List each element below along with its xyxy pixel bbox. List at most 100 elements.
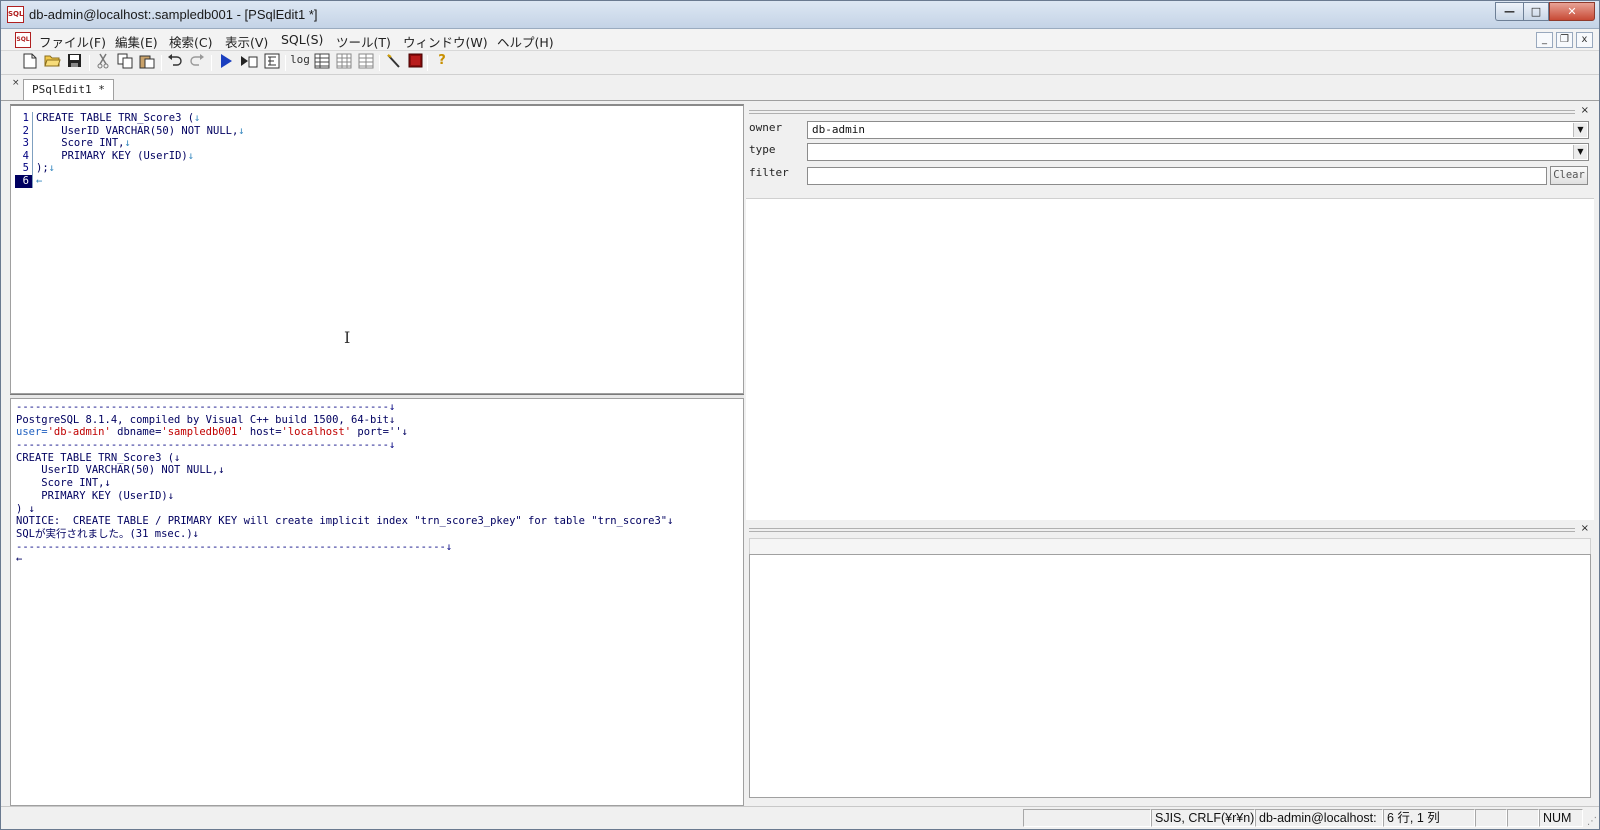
- stop-icon[interactable]: [405, 53, 425, 73]
- eol-marker: ↓: [238, 124, 245, 137]
- pane-grip[interactable]: [749, 528, 1575, 532]
- log-notice-line: NOTICE: CREATE TABLE / PRIMARY KEY will …: [16, 515, 674, 528]
- menu-tools[interactable]: ツール(T): [336, 32, 391, 51]
- toolbar-separator: [211, 55, 212, 71]
- log-connection-line: user='db-admin' dbname='sampledb001' hos…: [16, 426, 673, 439]
- new-file-icon[interactable]: [20, 53, 40, 73]
- undo-icon[interactable]: [165, 53, 185, 73]
- conn-host-key: host=: [243, 426, 282, 439]
- close-tab-icon[interactable]: ×: [12, 78, 20, 88]
- toolbar-separator: [427, 55, 428, 71]
- type-label: type: [749, 143, 776, 156]
- menu-view[interactable]: 表示(V): [225, 32, 268, 51]
- mdi-minimize-button[interactable]: _: [1536, 32, 1553, 48]
- object-detail-pane: ×: [745, 522, 1595, 802]
- log-separator: ----------------------------------------…: [16, 439, 396, 452]
- pane-grip[interactable]: [749, 110, 1575, 114]
- menu-file[interactable]: ファイル(F): [39, 32, 106, 51]
- mdi-close-button[interactable]: x: [1576, 32, 1593, 48]
- chevron-down-icon[interactable]: ▼: [1573, 145, 1587, 159]
- eol-marker: ↓: [194, 112, 201, 124]
- redo-icon[interactable]: [187, 53, 207, 73]
- clear-filter-button[interactable]: Clear: [1550, 166, 1588, 185]
- toolbar-separator: [161, 55, 162, 71]
- grid-icon[interactable]: [312, 53, 332, 73]
- open-folder-icon[interactable]: [42, 53, 62, 73]
- filter-input[interactable]: [807, 167, 1547, 185]
- log-end-marker: ←: [16, 553, 23, 566]
- conn-db-value: 'sampledb001': [161, 426, 244, 439]
- code-line: 3 Score INT,↓: [15, 137, 245, 150]
- conn-db-key: dbname=: [110, 426, 162, 439]
- type-select[interactable]: ▼: [807, 143, 1589, 161]
- log-sql-line: Score INT,↓: [16, 477, 111, 490]
- detail-list[interactable]: [749, 554, 1591, 798]
- owner-select[interactable]: db-admin ▼: [807, 121, 1589, 139]
- toolbar-separator: [285, 55, 286, 71]
- eol-marker: ↓: [187, 149, 195, 162]
- mdi-restore-button[interactable]: ❐: [1556, 32, 1573, 48]
- status-connection: db-admin@localhost:: [1255, 809, 1383, 827]
- conn-port: port=''↓: [351, 426, 408, 439]
- tab-psqledit1[interactable]: PSqlEdit1 *: [23, 79, 114, 100]
- code-text: UserID VARCHAR(50) NOT NULL,: [36, 124, 239, 137]
- line-number: 4: [15, 149, 33, 163]
- help-icon[interactable]: ?: [432, 53, 452, 73]
- toolbar: log ?: [1, 51, 1599, 75]
- title-bar[interactable]: SQL db-admin@localhost:.sampledb001 - [P…: [1, 1, 1599, 29]
- menu-bar: SQL ファイル(F) 編集(E) 検索(C) 表示(V) SQL(S) ツール…: [1, 29, 1599, 51]
- line-number: 1: [15, 112, 33, 125]
- paste-icon[interactable]: [137, 53, 157, 73]
- log-result-line: SQLが実行されました。(31 msec.)↓: [16, 527, 200, 540]
- cut-icon[interactable]: [93, 53, 113, 73]
- log-sql-line: PRIMARY KEY (UserID)↓: [16, 489, 175, 502]
- line-number-current: 6: [15, 174, 33, 188]
- filter-label: filter: [749, 166, 789, 179]
- eof-marker: ←: [36, 174, 43, 187]
- close-window-button[interactable]: ✕: [1549, 2, 1595, 21]
- close-detail-pane-button[interactable]: ×: [1581, 523, 1589, 534]
- menu-edit[interactable]: 編集(E): [115, 32, 158, 51]
- status-cursor-position: 6 行, 1 列: [1383, 809, 1475, 827]
- status-bar: SJIS, CRLF(¥r¥n) db-admin@localhost: 6 行…: [1, 806, 1599, 829]
- wand-icon[interactable]: [383, 53, 403, 73]
- log-sql-line: ) ↓: [16, 502, 35, 515]
- log-lines: ----------------------------------------…: [16, 401, 673, 566]
- line-number: 5: [15, 162, 33, 175]
- resize-grip-icon[interactable]: ⋰: [1587, 816, 1597, 827]
- code-text: PRIMARY KEY (UserID): [36, 149, 188, 162]
- log-sql-line: CREATE TABLE TRN_Score3 (↓: [16, 451, 181, 464]
- chevron-down-icon[interactable]: ▼: [1573, 123, 1587, 137]
- grid3-icon[interactable]: [356, 53, 376, 73]
- run-icon[interactable]: [216, 53, 236, 73]
- run-step-icon[interactable]: [239, 53, 259, 73]
- code-text: );: [36, 162, 49, 175]
- copy-icon[interactable]: [115, 53, 135, 73]
- object-browser-pane: × owner db-admin ▼ type ▼ filter Clear: [745, 104, 1595, 522]
- menu-help[interactable]: ヘルプ(H): [497, 32, 554, 51]
- editor-code-lines: 1 CREATE TABLE TRN_Score3 (↓ 2 UserID VAR…: [15, 112, 245, 188]
- conn-user-value: 'db-admin': [47, 426, 111, 439]
- app-sql-icon[interactable]: SQL: [7, 6, 24, 23]
- conn-user-key: user=: [16, 426, 48, 439]
- status-encoding: SJIS, CRLF(¥r¥n): [1151, 809, 1255, 827]
- object-list[interactable]: [746, 198, 1594, 520]
- maximize-button[interactable]: □: [1523, 2, 1549, 21]
- menu-sql[interactable]: SQL(S): [281, 32, 323, 47]
- minimize-button[interactable]: —: [1495, 2, 1523, 21]
- log-icon[interactable]: log: [290, 53, 310, 73]
- explain-icon[interactable]: [262, 53, 282, 73]
- grid2-icon[interactable]: [334, 53, 354, 73]
- code-line: 4 PRIMARY KEY (UserID)↓: [15, 149, 245, 163]
- output-log-pane[interactable]: ----------------------------------------…: [10, 398, 744, 806]
- log-sql-line: UserID VARCHAR(50) NOT NULL,↓: [16, 464, 225, 477]
- sql-editor[interactable]: 1 CREATE TABLE TRN_Score3 (↓ 2 UserID VAR…: [10, 104, 744, 394]
- close-object-browser-button[interactable]: ×: [1581, 105, 1589, 116]
- menu-window[interactable]: ウィンドウ(W): [403, 32, 488, 51]
- toolbar-separator: [89, 55, 90, 71]
- save-icon[interactable]: [64, 53, 84, 73]
- log-separator: ----------------------------------------…: [16, 401, 396, 413]
- menu-search[interactable]: 検索(C): [169, 32, 212, 51]
- mdi-document-icon[interactable]: SQL: [15, 32, 31, 48]
- eol-marker: ↓: [124, 137, 131, 150]
